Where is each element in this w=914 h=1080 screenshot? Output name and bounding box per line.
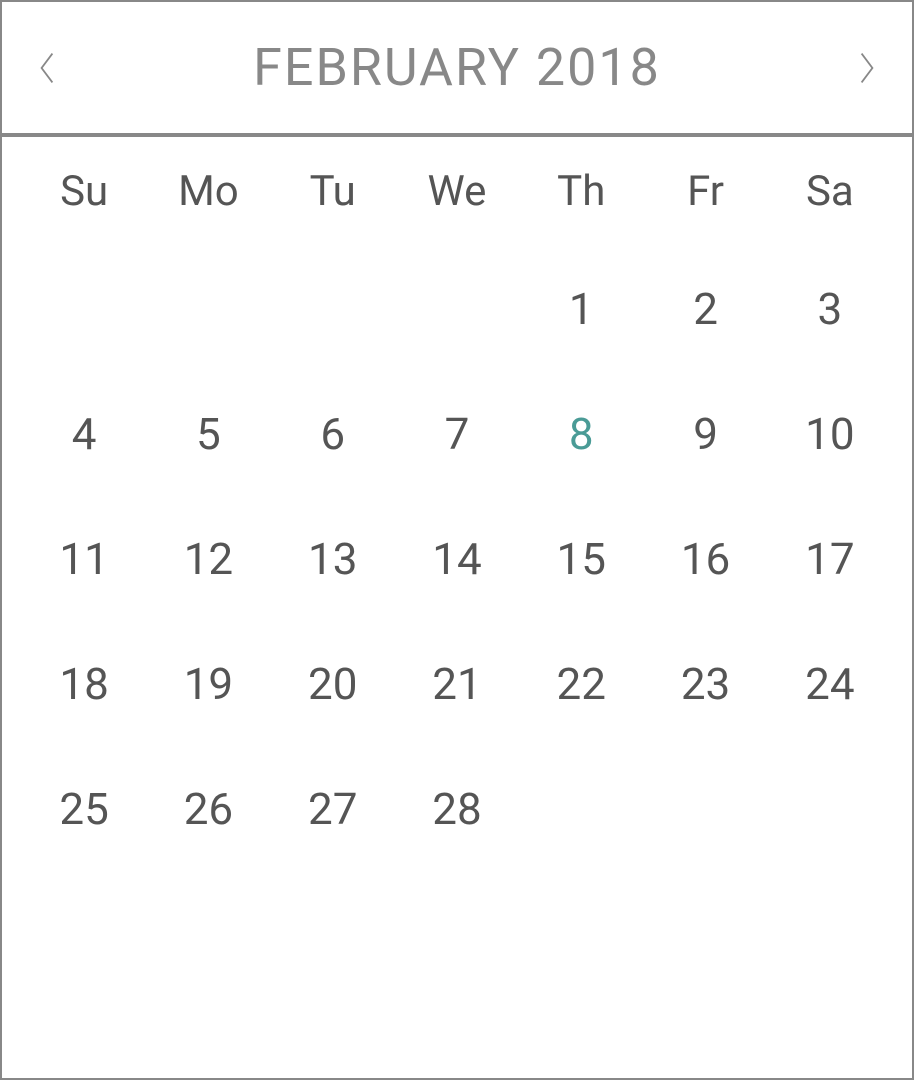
weekday-label: Sa (768, 167, 892, 216)
day-cell[interactable]: 26 (146, 746, 270, 871)
weekday-row: Su Mo Tu We Th Fr Sa (22, 167, 892, 216)
day-cell[interactable]: 17 (768, 496, 892, 621)
day-cell[interactable]: 10 (768, 371, 892, 496)
calendar: FEBRUARY 2018 Su Mo Tu We Th Fr Sa 12345… (0, 0, 914, 1080)
weekday-label: Th (519, 167, 643, 216)
day-cell-empty (519, 746, 643, 871)
calendar-header: FEBRUARY 2018 (2, 2, 912, 137)
day-cell[interactable]: 16 (643, 496, 767, 621)
day-cell[interactable]: 27 (271, 746, 395, 871)
weekday-label: We (395, 167, 519, 216)
day-cell[interactable]: 3 (768, 246, 892, 371)
calendar-body: Su Mo Tu We Th Fr Sa 1234567891011121314… (2, 137, 912, 1078)
day-cell[interactable]: 21 (395, 621, 519, 746)
day-cell-empty (643, 746, 767, 871)
weekday-label: Mo (146, 167, 270, 216)
next-month-button[interactable] (847, 48, 887, 88)
day-cell[interactable]: 14 (395, 496, 519, 621)
day-cell[interactable]: 1 (519, 246, 643, 371)
day-cell[interactable]: 8 (519, 371, 643, 496)
day-cell[interactable]: 13 (271, 496, 395, 621)
day-cell[interactable]: 4 (22, 371, 146, 496)
weekday-label: Fr (643, 167, 767, 216)
day-cell[interactable]: 22 (519, 621, 643, 746)
day-cell-empty (768, 746, 892, 871)
prev-month-button[interactable] (27, 48, 67, 88)
day-cell-empty (146, 246, 270, 371)
weekday-label: Tu (271, 167, 395, 216)
day-cell[interactable]: 11 (22, 496, 146, 621)
day-cell[interactable]: 9 (643, 371, 767, 496)
chevron-left-icon (36, 50, 58, 86)
day-cell[interactable]: 15 (519, 496, 643, 621)
day-cell[interactable]: 12 (146, 496, 270, 621)
day-cell-empty (395, 246, 519, 371)
day-cell[interactable]: 7 (395, 371, 519, 496)
day-cell[interactable]: 20 (271, 621, 395, 746)
day-cell[interactable]: 19 (146, 621, 270, 746)
weekday-label: Su (22, 167, 146, 216)
day-cell-empty (271, 246, 395, 371)
day-cell-empty (22, 246, 146, 371)
chevron-right-icon (856, 50, 878, 86)
day-cell[interactable]: 2 (643, 246, 767, 371)
day-cell[interactable]: 18 (22, 621, 146, 746)
day-cell[interactable]: 28 (395, 746, 519, 871)
day-cell[interactable]: 25 (22, 746, 146, 871)
day-cell[interactable]: 23 (643, 621, 767, 746)
month-year-title[interactable]: FEBRUARY 2018 (253, 37, 661, 98)
day-cell[interactable]: 6 (271, 371, 395, 496)
day-cell[interactable]: 5 (146, 371, 270, 496)
day-cell[interactable]: 24 (768, 621, 892, 746)
days-grid: 1234567891011121314151617181920212223242… (22, 246, 892, 871)
